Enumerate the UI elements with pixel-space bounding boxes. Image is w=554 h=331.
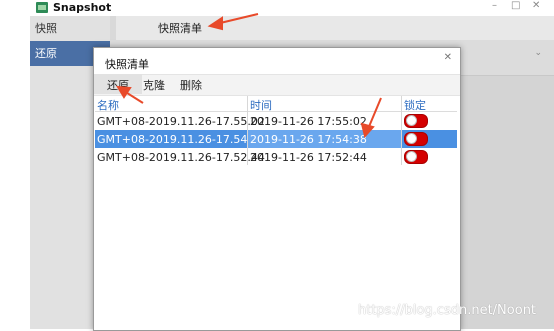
arrow-head <box>207 16 223 31</box>
arrow-head <box>360 122 375 139</box>
arrow-head <box>116 85 132 99</box>
arrow-to-time <box>367 97 382 130</box>
annotation-arrows <box>116 13 382 139</box>
